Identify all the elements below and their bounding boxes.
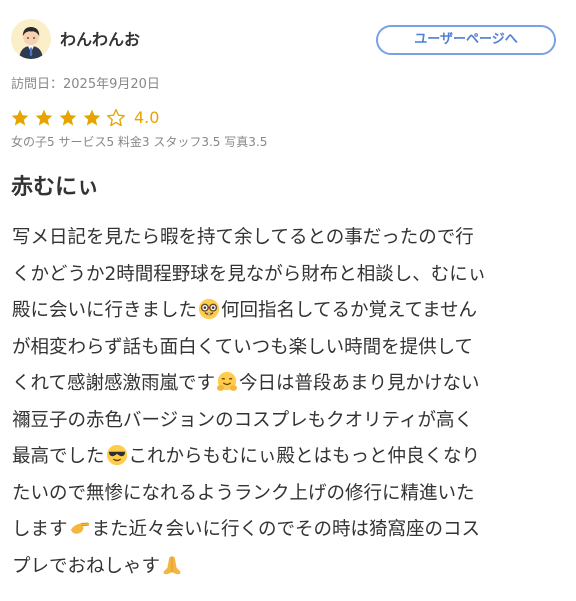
visit-date: 訪問日：2025年9月20日 [11,77,160,92]
review-text: が相変わらず話も面白くていつも楽しい時間を提供して [12,336,474,358]
review-text: 禰豆子の赤色バージョンのコスプレもクオリティが高く [12,409,474,431]
review-body: 写メ日記を見たら暇を持て余してるとの事だったので行 くかどうか2時間程野球を見な… [12,220,560,585]
review-line: します また近々会いに行くのでその時は猗窩座のコス [12,512,560,549]
review-text: 殿に会いに行きました [12,300,198,321]
review-line: プレでおねしゃす [12,549,560,586]
review-line: 禰豆子の赤色バージョンのコスプレもクオリティが高く [12,403,560,440]
review-text: これからもむにぃ殿とはもっと仲良くなり [128,446,481,467]
sub-scores: 女の子5 サービス5 料金3 スタッフ3.5 写真3.5 [11,135,268,149]
review-header: わんわんお ユーザーページへ [0,0,576,74]
folded-hands-emoji [163,555,181,574]
review-text: くれて感謝感激雨嵐です [12,373,215,394]
review-line: 殿に会いに行きました 何回指名してるか覚えてません [12,293,560,330]
review-text: します [12,519,68,540]
nerd-face-emoji [198,298,220,320]
review-text: たいので無惨になれるようランク上げの修行に精進いた [12,482,475,504]
review-text: 最高でした [12,446,105,467]
star-rating [10,108,130,128]
review-text: 写メ日記を見たら暇を持て余してるとの事だったので行 [12,227,474,248]
review-line: くれて感謝感激雨嵐です 今日は普段あまり見かけない [12,366,560,403]
review-text: 何回指名してるか覚えてません [221,300,478,321]
user-page-button[interactable]: ユーザーページへ [376,25,556,55]
review-line: が相変わらず話も面白くていつも楽しい時間を提供して [12,330,560,367]
review-text: 今日は普段あまり見かけない [238,373,480,394]
star-filled-icon [11,109,29,126]
rating-value: 4.0 [134,108,160,127]
hugging-face-emoji [216,371,238,391]
username[interactable]: わんわんお [60,30,140,50]
review-line: たいので無惨になれるようランク上げの修行に精進いた [12,476,560,513]
review-title: 赤むにぃ [11,175,100,200]
star-filled-icon [35,109,53,126]
star-filled-icon [83,109,101,126]
rating-row: 4.0 [10,105,159,131]
star-filled-icon [59,109,77,126]
sunglasses-face-emoji [106,444,127,466]
review-line: くかどうか2時間程野球を見ながら財布と相談し、むにぃ [12,257,560,294]
review-text: また近々会いに行くのでその時は猗窩座のコス [91,519,481,540]
review-line: 最高でした これからもむにぃ殿とはもっと仲良くなり [12,439,560,476]
review-text: プレでおねしゃす [12,555,161,577]
review-text: くかどうか2時間程野球を見ながら財布と相談し、むにぃ [12,263,487,285]
user-avatar-icon[interactable] [11,19,51,59]
star-empty-icon [107,109,126,127]
review-line: 写メ日記を見たら暇を持て余してるとの事だったので行 [12,220,560,257]
saluting-hand-emoji [70,522,89,534]
